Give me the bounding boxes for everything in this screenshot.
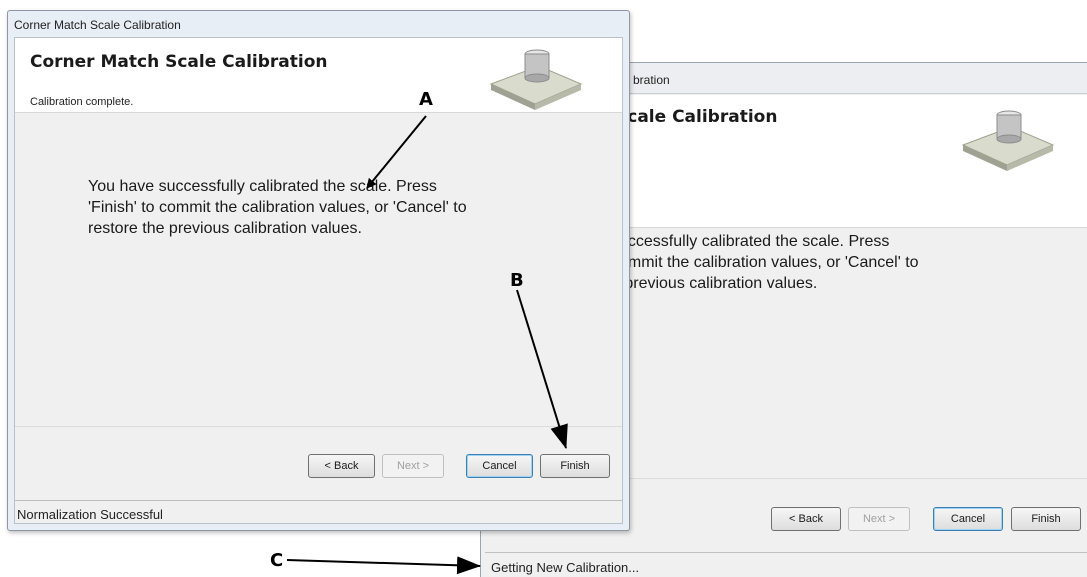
cancel-button[interactable]: Cancel	[933, 507, 1003, 531]
wizard-client-area: Corner Match Scale Calibration Calibrati…	[14, 37, 623, 524]
window-title: bration	[633, 73, 670, 87]
next-button[interactable]: Next >	[382, 454, 444, 478]
header-subtitle: Calibration complete.	[30, 96, 134, 108]
instructions-line: e previous calibration values.	[611, 275, 818, 292]
wizard-header: Corner Match Scale Calibration Calibrati…	[15, 38, 622, 113]
instructions-line: You have successfully calibrated the sca…	[88, 178, 437, 195]
instructions-line: restore the previous calibration values.	[88, 220, 362, 237]
platform-scale-icon	[961, 110, 1055, 171]
status-bar: Getting New Calibration...	[485, 552, 1087, 577]
title-bar[interactable]: Corner Match Scale Calibration	[8, 11, 629, 35]
footer-divider	[15, 426, 622, 427]
status-text: Normalization Successful	[17, 507, 163, 522]
button-row: < Back Next > Cancel Finish	[15, 454, 622, 480]
finish-button[interactable]: Finish	[1011, 507, 1081, 531]
instructions-line: successfully calibrated the scale. Press	[611, 233, 890, 250]
back-button[interactable]: < Back	[308, 454, 375, 478]
calibration-wizard-window: Corner Match Scale Calibration Corner Ma…	[7, 10, 630, 531]
callout-c-label: C	[270, 550, 284, 571]
window-title: Corner Match Scale Calibration	[14, 18, 181, 32]
platform-scale-icon	[489, 49, 583, 110]
finish-button[interactable]: Finish	[540, 454, 610, 478]
instructions-line: commit the calibration values, or 'Cance…	[611, 254, 919, 271]
callout-b-label: B	[510, 270, 524, 291]
callout-a-label: A	[419, 89, 433, 110]
header-title: Scale Calibration	[615, 107, 778, 127]
callout-c-arrow	[286, 556, 481, 575]
cancel-button[interactable]: Cancel	[466, 454, 533, 478]
next-button[interactable]: Next >	[848, 507, 910, 531]
status-bar: Normalization Successful	[15, 500, 622, 523]
instructions-text: You have successfully calibrated the sca…	[88, 176, 528, 239]
header-title: Corner Match Scale Calibration	[30, 52, 328, 72]
status-text: Getting New Calibration...	[491, 560, 640, 575]
instructions-line: 'Finish' to commit the calibration value…	[88, 199, 467, 216]
back-button[interactable]: < Back	[771, 507, 841, 531]
instructions-text: successfully calibrated the scale. Press…	[611, 231, 1041, 294]
